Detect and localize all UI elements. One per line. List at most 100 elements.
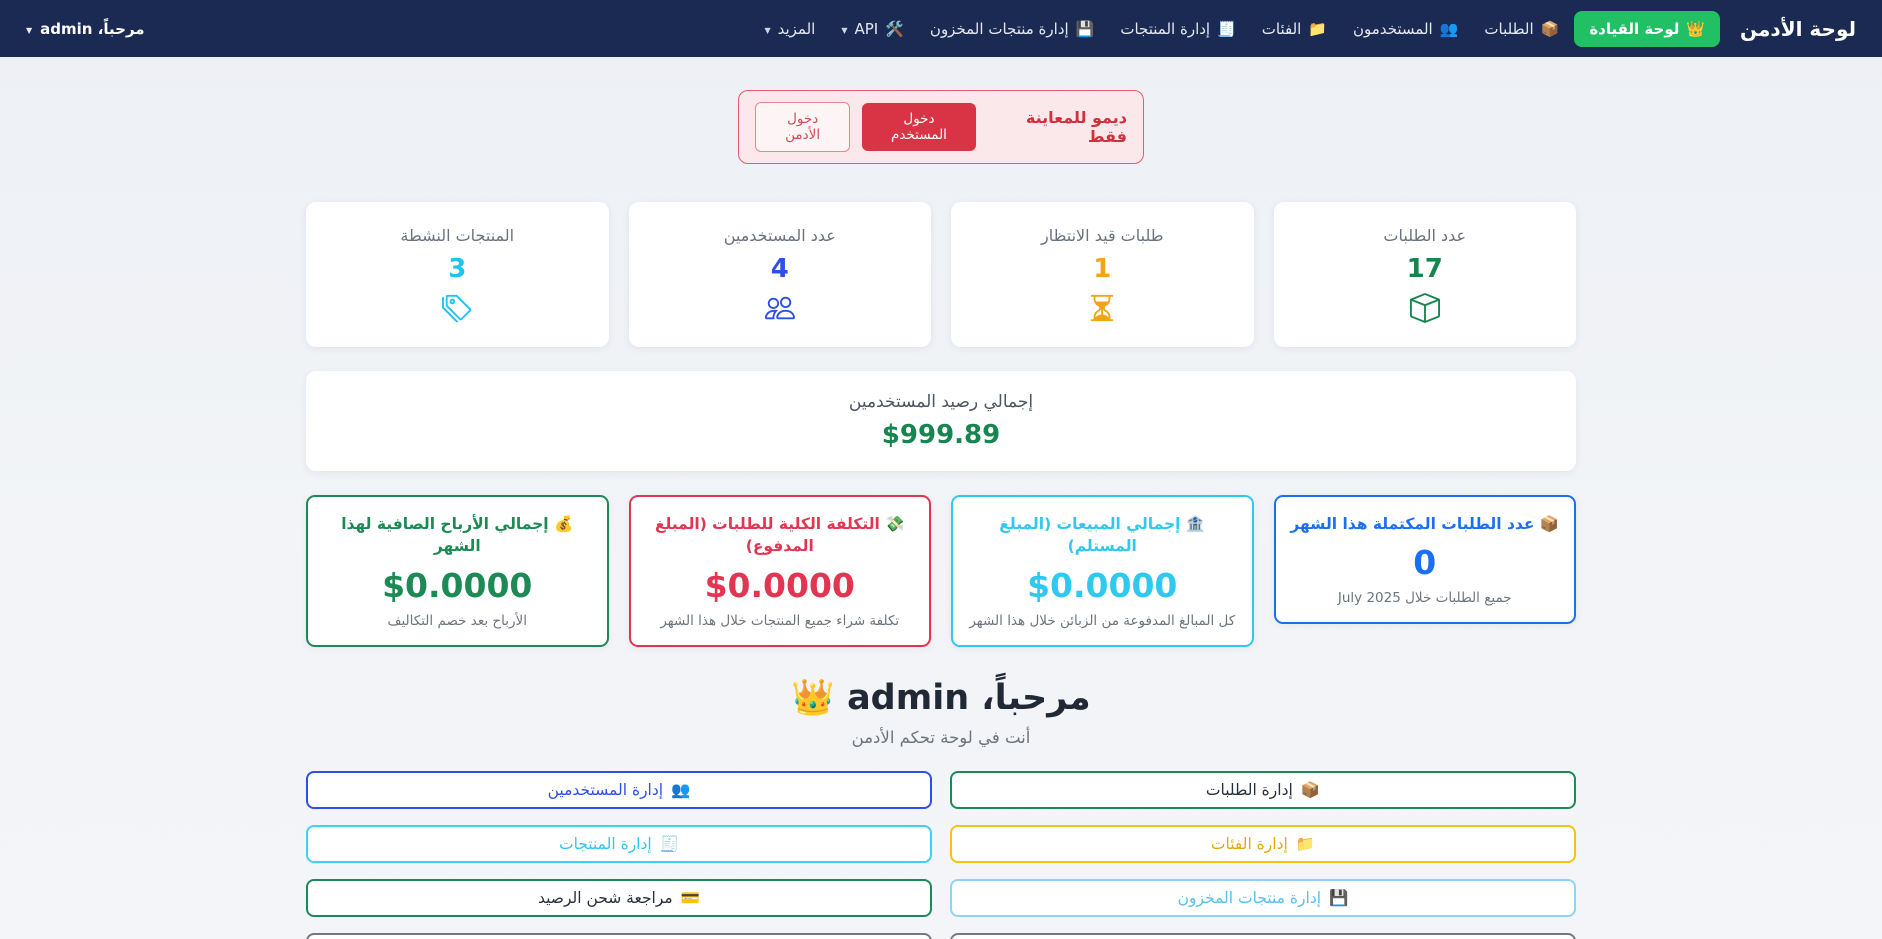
- tools-icon: 🛠️: [885, 20, 904, 38]
- actions-grid: 📦 إدارة الطلبات 👥 إدارة المستخدمين 📁 إدا…: [306, 771, 1576, 939]
- review-balance-topup-button[interactable]: 💳 مراجعة شحن الرصيد: [306, 879, 932, 917]
- package-icon: 📦: [1301, 781, 1320, 799]
- card-title: 💰 إجمالي الأرباح الصافية لهذا الشهر: [322, 513, 593, 558]
- crown-icon: 👑: [791, 678, 835, 718]
- action-label: إدارة الطلبات: [1206, 781, 1293, 799]
- card-subtitle: كل المبالغ المدفوعة من الزبائن خلال هذا …: [967, 613, 1238, 629]
- tags-icon: [442, 293, 472, 323]
- total-user-balance-card: إجمالي رصيد المستخدمين $999.89: [306, 371, 1576, 471]
- stat-value: 3: [448, 254, 466, 284]
- chevron-down-icon: [841, 20, 847, 38]
- chevron-down-icon: [764, 20, 770, 38]
- nav-item-label: إدارة المنتجات: [1120, 20, 1210, 38]
- hourglass-icon: [1087, 293, 1117, 323]
- card-subtitle: تكلفة شراء جميع المنتجات خلال هذا الشهر: [645, 613, 916, 629]
- nav-item-dashboard[interactable]: 👑 لوحة القيادة: [1574, 11, 1720, 47]
- card-subtitle: جميع الطلبات خلال July 2025: [1290, 590, 1561, 606]
- nav-items: 👑 لوحة القيادة 📦 الطلبات 👥 المستخدمون 📁 …: [753, 11, 1720, 47]
- manage-currencies-button[interactable]: 💱 إدارة العملات: [950, 933, 1576, 939]
- action-label: إدارة المستخدمين: [548, 781, 663, 799]
- money-wings-icon: 💸: [885, 515, 904, 533]
- manage-users-button[interactable]: 👥 إدارة المستخدمين: [306, 771, 932, 809]
- demo-alert-text: ديمو للمعاينة فقط: [988, 108, 1127, 146]
- nav-item-stock-products[interactable]: 💾 إدارة منتجات المخزون: [919, 12, 1105, 46]
- manage-products-button[interactable]: 🧾 إدارة المنتجات: [306, 825, 932, 863]
- stat-title: المنتجات النشطة: [400, 226, 514, 245]
- floppy-disk-icon: 💾: [1076, 20, 1095, 38]
- stat-card-users-count: عدد المستخدمين 4: [629, 202, 932, 347]
- total-sales-card: 🏦 إجمالي المبيعات (المبلغ المستلم) $0.00…: [951, 495, 1254, 647]
- stat-title: طلبات قيد الانتظار: [1041, 226, 1163, 245]
- stat-title: عدد المستخدمين: [724, 226, 836, 245]
- card-subtitle: الأرباح بعد خصم التكاليف: [322, 613, 593, 629]
- card-value: 0: [1290, 543, 1561, 582]
- bank-icon: 🏦: [1186, 515, 1205, 533]
- people-icon: [765, 293, 795, 323]
- stat-card-orders-count: عدد الطلبات 17: [1274, 202, 1577, 347]
- action-label: إدارة منتجات المخزون: [1178, 889, 1321, 907]
- manage-orders-button[interactable]: 📦 إدارة الطلبات: [950, 771, 1576, 809]
- nav-item-categories[interactable]: 📁 الفئات: [1251, 12, 1338, 46]
- manage-stock-products-button[interactable]: 💾 إدارة منتجات المخزون: [950, 879, 1576, 917]
- brand-title[interactable]: لوحة الأدمن: [1740, 17, 1856, 41]
- users-icon: 👥: [671, 781, 690, 799]
- card-value: $0.0000: [322, 566, 593, 605]
- nav-item-label: المزيد: [778, 20, 816, 38]
- card-value: $0.0000: [645, 566, 916, 605]
- card-title-text: التكلفة الكلية للطلبات (المبلغ المدفوع): [655, 515, 880, 555]
- user-login-button[interactable]: دخول المستخدم: [862, 103, 975, 151]
- action-label: إدارة الفئات: [1211, 835, 1288, 853]
- nav-item-products[interactable]: 🧾 إدارة المنتجات: [1109, 12, 1246, 46]
- chevron-down-icon: [26, 20, 32, 38]
- total-cost-card: 💸 التكلفة الكلية للطلبات (المبلغ المدفوع…: [629, 495, 932, 647]
- nav-item-orders[interactable]: 📦 الطلبات: [1473, 12, 1570, 46]
- action-label: مراجعة شحن الرصيد: [538, 889, 673, 907]
- stat-value: 17: [1407, 254, 1443, 284]
- top-navbar: لوحة الأدمن 👑 لوحة القيادة 📦 الطلبات 👥 ا…: [0, 0, 1882, 57]
- stat-value: 1: [1093, 254, 1111, 284]
- nav-item-users[interactable]: 👥 المستخدمون: [1342, 12, 1469, 46]
- floppy-disk-icon: 💾: [1329, 889, 1348, 907]
- welcome-title-text: مرحباً، admin: [847, 678, 1091, 718]
- stat-value: 4: [771, 254, 789, 284]
- admin-login-button[interactable]: دخول الأدمن: [755, 102, 850, 152]
- manage-categories-button[interactable]: 📁 إدارة الفئات: [950, 825, 1576, 863]
- net-profit-card: 💰 إجمالي الأرباح الصافية لهذا الشهر $0.0…: [306, 495, 609, 647]
- receipt-icon: 🧾: [660, 835, 679, 853]
- nav-item-label: إدارة منتجات المخزون: [930, 20, 1069, 38]
- nav-item-more-dropdown[interactable]: المزيد: [753, 12, 826, 46]
- credit-card-icon: 💳: [681, 889, 700, 907]
- package-icon: 📦: [1540, 515, 1559, 533]
- nav-item-label: الفئات: [1262, 20, 1302, 38]
- nav-item-api-dropdown[interactable]: 🛠️ API: [830, 12, 915, 46]
- user-menu-dropdown[interactable]: مرحباً، admin: [26, 20, 145, 38]
- card-title-text: إجمالي الأرباح الصافية لهذا الشهر: [341, 515, 548, 555]
- receipt-icon: 🧾: [1217, 20, 1236, 38]
- box-icon: [1410, 293, 1440, 323]
- nav-item-label: لوحة القيادة: [1589, 20, 1679, 38]
- stat-card-active-products: المنتجات النشطة 3: [306, 202, 609, 347]
- stat-card-pending-orders: طلبات قيد الانتظار 1: [951, 202, 1254, 347]
- user-menu-label: مرحباً، admin: [40, 20, 144, 38]
- card-title: 💸 التكلفة الكلية للطلبات (المبلغ المدفوع…: [645, 513, 916, 558]
- card-title-text: عدد الطلبات المكتملة هذا الشهر: [1290, 515, 1534, 533]
- card-title: 🏦 إجمالي المبيعات (المبلغ المستلم): [967, 513, 1238, 558]
- crown-icon: 👑: [1686, 20, 1705, 38]
- nav-item-label: API: [855, 20, 879, 38]
- monthly-metrics-row: 📦 عدد الطلبات المكتملة هذا الشهر 0 جميع …: [306, 495, 1576, 647]
- demo-alert: ديمو للمعاينة فقط دخول المستخدم دخول الأ…: [738, 90, 1144, 164]
- welcome-subtitle: أنت في لوحة تحكم الأدمن: [306, 728, 1576, 747]
- balance-title: إجمالي رصيد المستخدمين: [849, 392, 1033, 412]
- nav-item-label: الطلبات: [1484, 20, 1533, 38]
- stats-row: عدد الطلبات 17 طلبات قيد الانتظار 1 عدد …: [306, 202, 1576, 347]
- folder-icon: 📁: [1296, 835, 1315, 853]
- card-title-text: إجمالي المبيعات (المبلغ المستلم): [999, 515, 1180, 555]
- welcome-title: مرحباً، admin 👑: [306, 677, 1576, 718]
- balance-value: $999.89: [882, 420, 1000, 450]
- card-value: $0.0000: [967, 566, 1238, 605]
- money-bag-icon: 💰: [554, 515, 573, 533]
- set-profit-margin-button[interactable]: تحديد نسبة الربح ⏳: [306, 933, 932, 939]
- package-icon: 📦: [1541, 20, 1560, 38]
- users-icon: 👥: [1440, 20, 1459, 38]
- folder-icon: 📁: [1308, 20, 1327, 38]
